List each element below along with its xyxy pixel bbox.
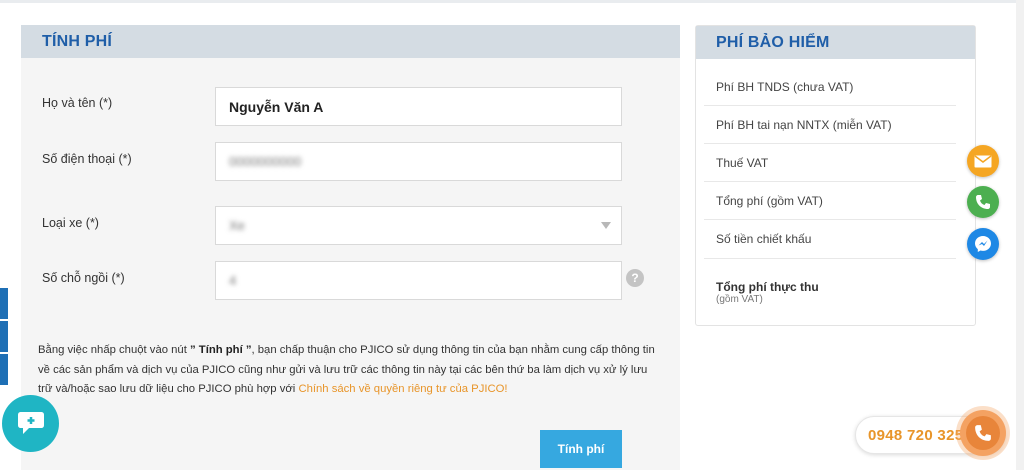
side-tab-1[interactable] [0,288,8,319]
side-tab-2[interactable] [0,321,8,352]
phone-value: 0000000000 [229,154,302,169]
insurance-fee-title: PHÍ BẢO HIỂM [716,33,830,51]
fee-calculator-title: TÍNH PHÍ [42,32,113,50]
vehicle-type-value: Xe [229,218,245,233]
chat-icon[interactable] [2,395,59,452]
insurance-fee-panel: PHÍ BẢO HIỂM Phí BH TNDS (chưa VAT) Phí … [695,25,976,326]
divider [704,219,956,220]
phone-label: Số điện thoại (*) [42,152,132,166]
consent-button-ref: ” Tính phí ” [190,344,252,356]
fee-row-total: Tổng phí (gồm VAT) [716,194,823,208]
divider [704,258,956,259]
fee-row-accident: Phí BH tai nạn NNTX (miễn VAT) [716,118,892,132]
divider [704,143,956,144]
consent-text: Bằng việc nhấp chuột vào nút ” Tính phí … [38,341,663,400]
fee-row-vat: Thuế VAT [716,156,769,170]
full-name-input[interactable]: Nguyễn Văn A [215,87,622,126]
full-name-label: Họ và tên (*) [42,96,113,110]
side-tab-3[interactable] [0,354,8,385]
total-actual-label: Tổng phí thực thu [716,280,819,294]
fee-row-discount: Số tiền chiết khấu [716,232,812,246]
insurance-fee-header: PHÍ BẢO HIỂM [696,26,975,59]
calculate-fee-button[interactable]: Tính phí [540,430,622,468]
phone-input[interactable]: 0000000000 [215,142,622,181]
divider [704,105,956,106]
top-border [0,0,1024,3]
phone-icon[interactable] [967,186,999,218]
fee-calculator-header: TÍNH PHÍ [21,25,680,58]
vehicle-type-select[interactable]: Xe [215,206,622,245]
seat-count-input[interactable]: 4 [215,261,622,300]
fee-row-tnds: Phí BH TNDS (chưa VAT) [716,80,854,94]
consent-prefix: Bằng việc nhấp chuột vào nút [38,344,190,356]
chevron-down-icon [601,222,611,229]
divider [704,181,956,182]
mail-icon[interactable] [967,145,999,177]
vehicle-type-label: Loại xe (*) [42,216,99,230]
help-icon[interactable]: ? [626,269,644,287]
fee-calculator-panel: TÍNH PHÍ Họ và tên (*) Nguyễn Văn A Số đ… [21,25,680,470]
seat-count-label: Số chỗ ngồi (*) [42,271,125,285]
seat-count-value: 4 [229,273,237,288]
full-name-value: Nguyễn Văn A [229,98,324,115]
phone-icon [966,416,1000,450]
total-actual-sub: (gồm VAT) [716,294,763,305]
messenger-icon[interactable] [967,228,999,260]
scrollbar-track[interactable] [1016,0,1024,470]
hotline-phone-icon[interactable] [960,410,1006,456]
hotline-number: 0948 720 325 [868,427,964,444]
privacy-policy-link[interactable]: Chính sách về quyền riêng tư của PJICO! [298,383,507,395]
